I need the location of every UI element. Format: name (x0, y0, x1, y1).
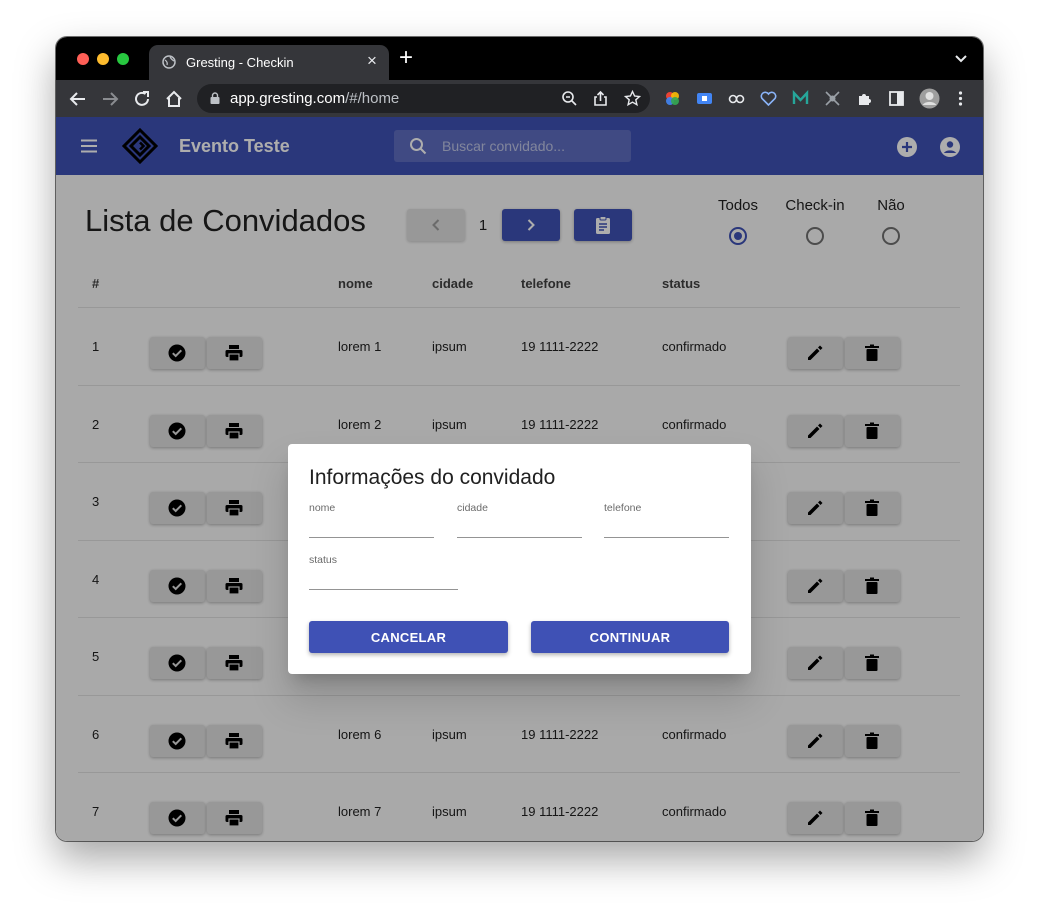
guest-info-dialog: Informações do convidado nome cidade tel… (288, 444, 751, 674)
tab-close-icon[interactable]: × (363, 51, 381, 71)
forward-icon[interactable] (100, 89, 120, 109)
bug-extension-icon[interactable] (824, 90, 841, 107)
url-host: app.gresting.com (230, 90, 346, 107)
nome-input[interactable] (309, 516, 434, 538)
telefone-field-label: telefone (604, 502, 642, 514)
heart-extension-icon[interactable] (760, 90, 777, 107)
home-icon[interactable] (164, 89, 184, 109)
cidade-input[interactable] (457, 516, 582, 538)
side-panel-icon[interactable] (888, 90, 905, 107)
translate-extension-icon[interactable] (696, 90, 713, 107)
glasses-extension-icon[interactable] (728, 90, 745, 107)
url-path: /#/home (345, 90, 400, 107)
more-vert-icon[interactable] (952, 90, 969, 107)
cancel-button[interactable]: CANCELAR (309, 621, 508, 653)
share-icon[interactable] (592, 90, 609, 107)
tab-title: Gresting - Checkin (186, 55, 294, 70)
globe-icon (162, 55, 176, 69)
address-bar[interactable]: app.gresting.com/#/home (197, 84, 650, 113)
bookmark-star-icon[interactable] (624, 90, 641, 107)
nome-field-label: nome (309, 502, 336, 514)
chevron-down-icon[interactable] (953, 50, 969, 66)
lock-icon (210, 92, 220, 104)
telefone-input[interactable] (604, 516, 729, 538)
tab-strip: Gresting - Checkin × + (56, 37, 983, 80)
dialog-title: Informações do convidado (309, 466, 556, 489)
color-picker-extension-icon[interactable] (664, 90, 681, 107)
browser-toolbar: app.gresting.com/#/home (56, 80, 983, 117)
new-tab-icon[interactable]: + (399, 46, 413, 70)
cidade-field-label: cidade (457, 502, 488, 514)
puzzle-extensions-icon[interactable] (856, 90, 873, 107)
zoom-icon[interactable] (561, 90, 578, 107)
browser-tab[interactable]: Gresting - Checkin × (149, 45, 389, 80)
reload-icon[interactable] (132, 89, 152, 109)
browser-window: Gresting - Checkin × + app.gresting.com/ (56, 37, 983, 841)
status-input[interactable] (309, 568, 458, 590)
minimize-window-button[interactable] (97, 53, 109, 65)
m-extension-icon[interactable] (792, 90, 809, 107)
back-icon[interactable] (68, 89, 88, 109)
profile-avatar-icon[interactable] (919, 88, 940, 109)
url-text: app.gresting.com/#/home (230, 90, 399, 107)
maximize-window-button[interactable] (117, 53, 129, 65)
continue-button[interactable]: CONTINUAR (531, 621, 729, 653)
status-field-label: status (309, 554, 338, 566)
modal-backdrop[interactable]: Informações do convidado nome cidade tel… (56, 117, 983, 841)
close-window-button[interactable] (77, 53, 89, 65)
